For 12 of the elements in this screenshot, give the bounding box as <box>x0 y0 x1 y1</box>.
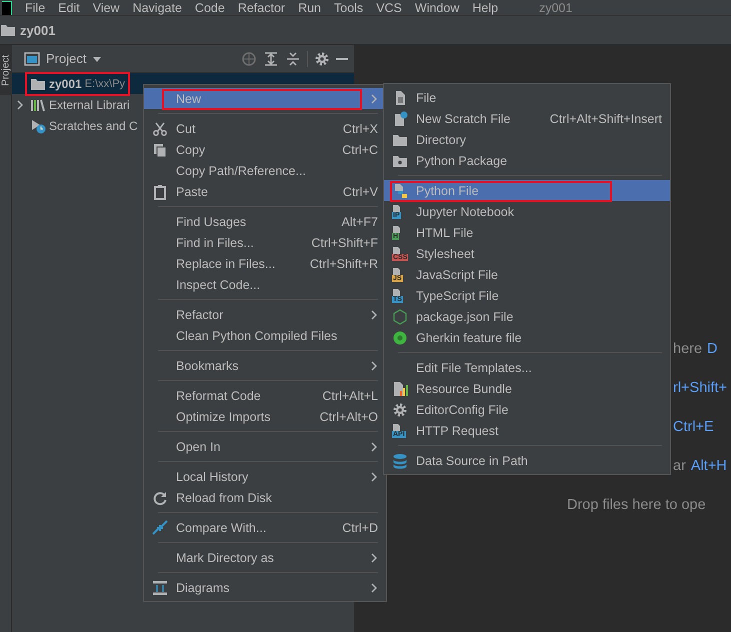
shortcut-hint: D <box>707 341 718 357</box>
tree-label: External Librari <box>49 98 130 112</box>
shortcut-hint: Ctrl+E <box>673 419 714 435</box>
window-title: zy001 <box>539 0 572 14</box>
folder-path: E:\xx\Py <box>84 78 126 90</box>
hint-text: ar <box>673 458 686 474</box>
shortcut-hint: Alt+H <box>690 458 727 474</box>
hint-text: Drop files here to ope <box>567 497 706 513</box>
tree-label: zy001 <box>49 76 82 90</box>
tree-label: Scratches and C <box>49 118 138 132</box>
shortcut-hint: rl+Shift+ <box>673 380 727 396</box>
hint-text: here <box>673 341 702 357</box>
